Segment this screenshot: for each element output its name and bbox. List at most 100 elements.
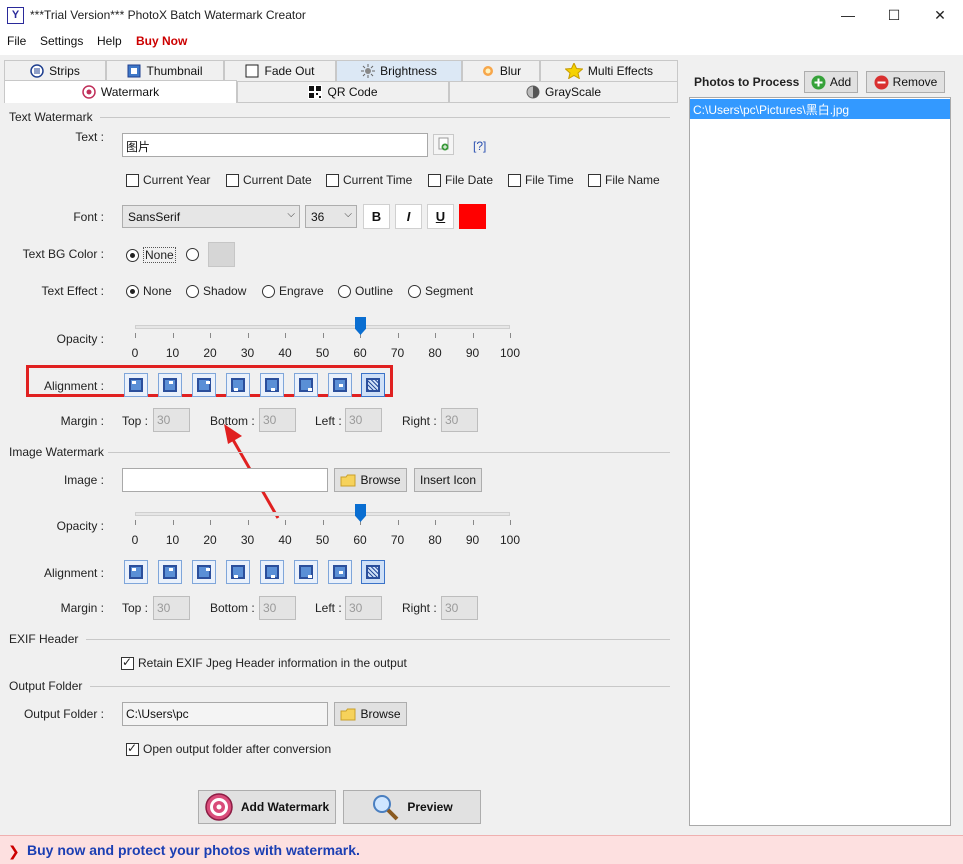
output-folder-heading: Output Folder [9,679,83,693]
text-margin-left-input[interactable]: 30 [345,408,382,432]
add-photo-button[interactable]: Add [804,71,858,93]
remove-photo-button[interactable]: Remove [866,71,945,93]
menu-help[interactable]: Help [97,34,122,48]
tab-qr-code[interactable]: QR Code [237,81,449,103]
slider-tick-label: 90 [465,346,480,360]
effect-none-radio[interactable]: None [126,284,172,298]
bg-color-radio[interactable] [186,248,199,264]
help-link[interactable]: [?] [473,139,486,153]
bold-button[interactable]: B [363,204,390,229]
text-input[interactable]: 图片 [122,133,428,157]
add-watermark-button[interactable]: Add Watermark [198,790,336,824]
image-align-button-4[interactable] [226,560,250,584]
section-divider [86,639,670,640]
text-margin-right-input[interactable]: 30 [441,408,478,432]
menu-file[interactable]: File [7,34,26,48]
align-position-icon [333,378,347,392]
slider-tick-label: 30 [240,346,255,360]
bg-none-radio[interactable]: None [126,247,176,263]
list-item[interactable]: C:\Users\pc\Pictures\黑白.jpg [690,99,950,119]
effect-shadow-radio[interactable]: Shadow [186,284,246,298]
text-margin-right-label: Right : [402,414,437,428]
photo-list[interactable] [689,97,951,826]
minimize-button[interactable]: — [825,0,871,30]
align-marker [234,575,238,578]
align-position-icon [129,565,143,579]
current-year-checkbox[interactable]: Current Year [126,173,210,187]
current-time-checkbox[interactable]: Current Time [326,173,412,187]
italic-button[interactable]: I [395,204,422,229]
output-browse-button[interactable]: Browse [334,702,407,726]
retain-exif-checkbox[interactable]: Retain EXIF Jpeg Header information in t… [121,655,407,670]
slider-tick [322,520,324,525]
menu-buy-now[interactable]: Buy Now [136,34,187,48]
text-align-button-4[interactable] [226,373,250,397]
font-select[interactable]: SansSerif ⌵ [122,205,300,228]
image-align-button-6[interactable] [294,560,318,584]
insert-icon-button[interactable]: Insert Icon [414,468,482,492]
maximize-button[interactable]: ☐ [871,0,917,30]
font-color-swatch[interactable] [459,204,486,229]
image-margin-right-input[interactable]: 30 [441,596,478,620]
image-align-button-8[interactable] [361,560,385,584]
image-browse-button[interactable]: Browse [334,468,407,492]
text-align-button-8[interactable] [361,373,385,397]
file-date-checkbox[interactable]: File Date [428,173,493,187]
text-align-button-7[interactable] [328,373,352,397]
file-name-checkbox[interactable]: File Name [588,173,660,187]
image-align-button-5[interactable] [260,560,284,584]
font-size-select[interactable]: 36 ⌵ [305,205,357,228]
current-date-checkbox[interactable]: Current Date [226,173,312,187]
bg-color-swatch[interactable] [208,242,235,267]
thumbnail-icon [127,64,141,78]
tab-grayscale[interactable]: GrayScale [449,81,678,103]
exif-heading: EXIF Header [9,632,79,646]
tile-align-icon [366,378,380,392]
slider-tick-label: 20 [203,346,217,360]
slider-track[interactable] [135,325,510,329]
effect-segment-radio[interactable]: Segment [408,284,473,298]
insert-symbol-button[interactable] [433,134,454,155]
text-margin-top-input[interactable]: 30 [153,408,190,432]
text-align-button-5[interactable] [260,373,284,397]
text-align-button-6[interactable] [294,373,318,397]
chevron-down-icon: ⌵ [287,209,295,220]
preview-button[interactable]: Preview [343,790,481,824]
image-align-button-7[interactable] [328,560,352,584]
image-margin-top-input[interactable]: 30 [153,596,190,620]
text-align-button-1[interactable] [124,373,148,397]
close-button[interactable]: ✕ [917,0,963,30]
effect-engrave-radio[interactable]: Engrave [262,284,324,298]
image-align-button-2[interactable] [158,560,182,584]
image-path-input[interactable] [122,468,328,492]
slider-track[interactable] [135,512,510,516]
image-margin-bottom-input[interactable]: 30 [259,596,296,620]
tile-align-icon [366,565,380,579]
open-output-checkbox[interactable]: Open output folder after conversion [126,741,331,756]
image-align-button-1[interactable] [124,560,148,584]
image-align-button-3[interactable] [192,560,216,584]
image-margin-right-label: Right : [402,601,437,615]
tab-blur[interactable]: Blur [462,60,540,82]
effect-outline-radio[interactable]: Outline [338,284,393,298]
text-align-button-3[interactable] [192,373,216,397]
underline-button[interactable]: U [427,204,454,229]
file-time-checkbox[interactable]: File Time [508,173,574,187]
status-message[interactable]: Buy now and protect your photos with wat… [27,842,360,858]
image-margin-left-input[interactable]: 30 [345,596,382,620]
output-folder-input[interactable]: C:\Users\pc [122,702,328,726]
slider-tick-label: 90 [465,533,480,547]
section-divider [100,117,670,118]
tab-strips[interactable]: Strips [4,60,106,82]
slider-tick [472,333,474,338]
tab-thumbnail[interactable]: Thumbnail [106,60,224,82]
slider-tick [397,520,399,525]
text-align-button-2[interactable] [158,373,182,397]
align-marker [339,571,343,574]
tab-fade-out[interactable]: Fade Out [224,60,336,82]
tab-brightness[interactable]: Brightness [336,60,462,82]
menu-settings[interactable]: Settings [40,34,83,48]
align-marker [339,384,343,387]
tab-watermark[interactable]: Watermark [4,80,237,103]
tab-multi-effects[interactable]: Multi Effects [540,60,678,82]
